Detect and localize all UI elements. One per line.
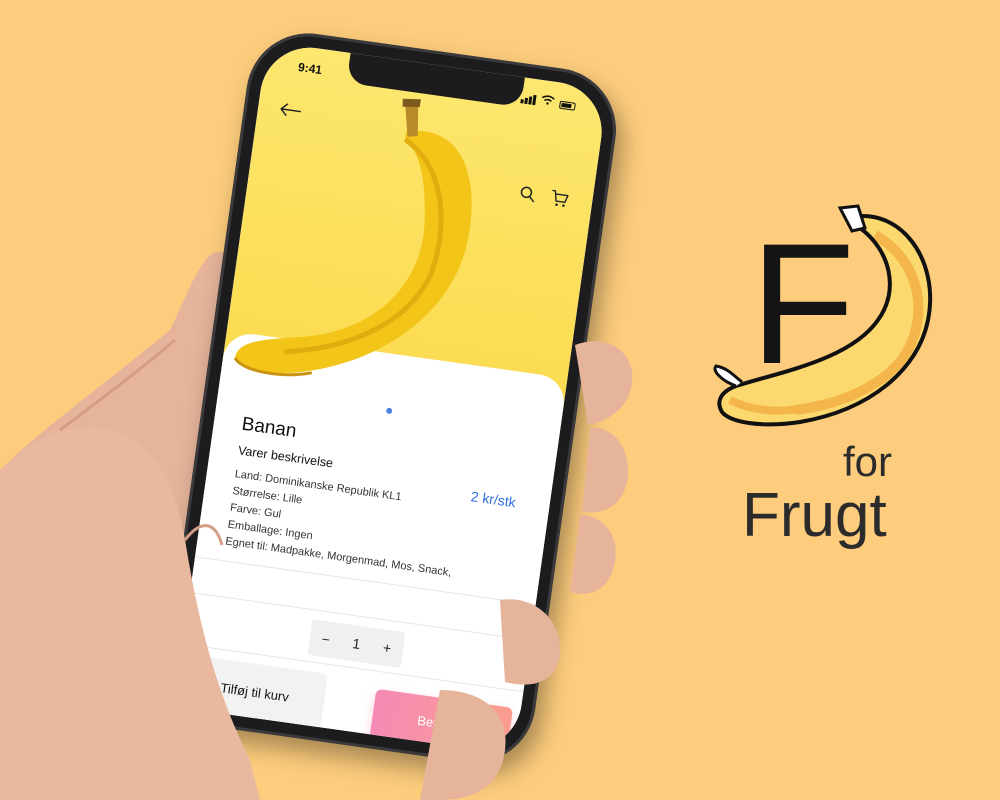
logo-letter: F bbox=[750, 208, 856, 400]
logo-brand-name: Frugt bbox=[742, 481, 887, 550]
logo-for-text: for bbox=[843, 438, 893, 485]
frugt-logo: F for Frugt bbox=[700, 200, 990, 560]
scene: 9:41 Banan Varer beskrivelse 2 kr/stk La… bbox=[0, 0, 1000, 800]
